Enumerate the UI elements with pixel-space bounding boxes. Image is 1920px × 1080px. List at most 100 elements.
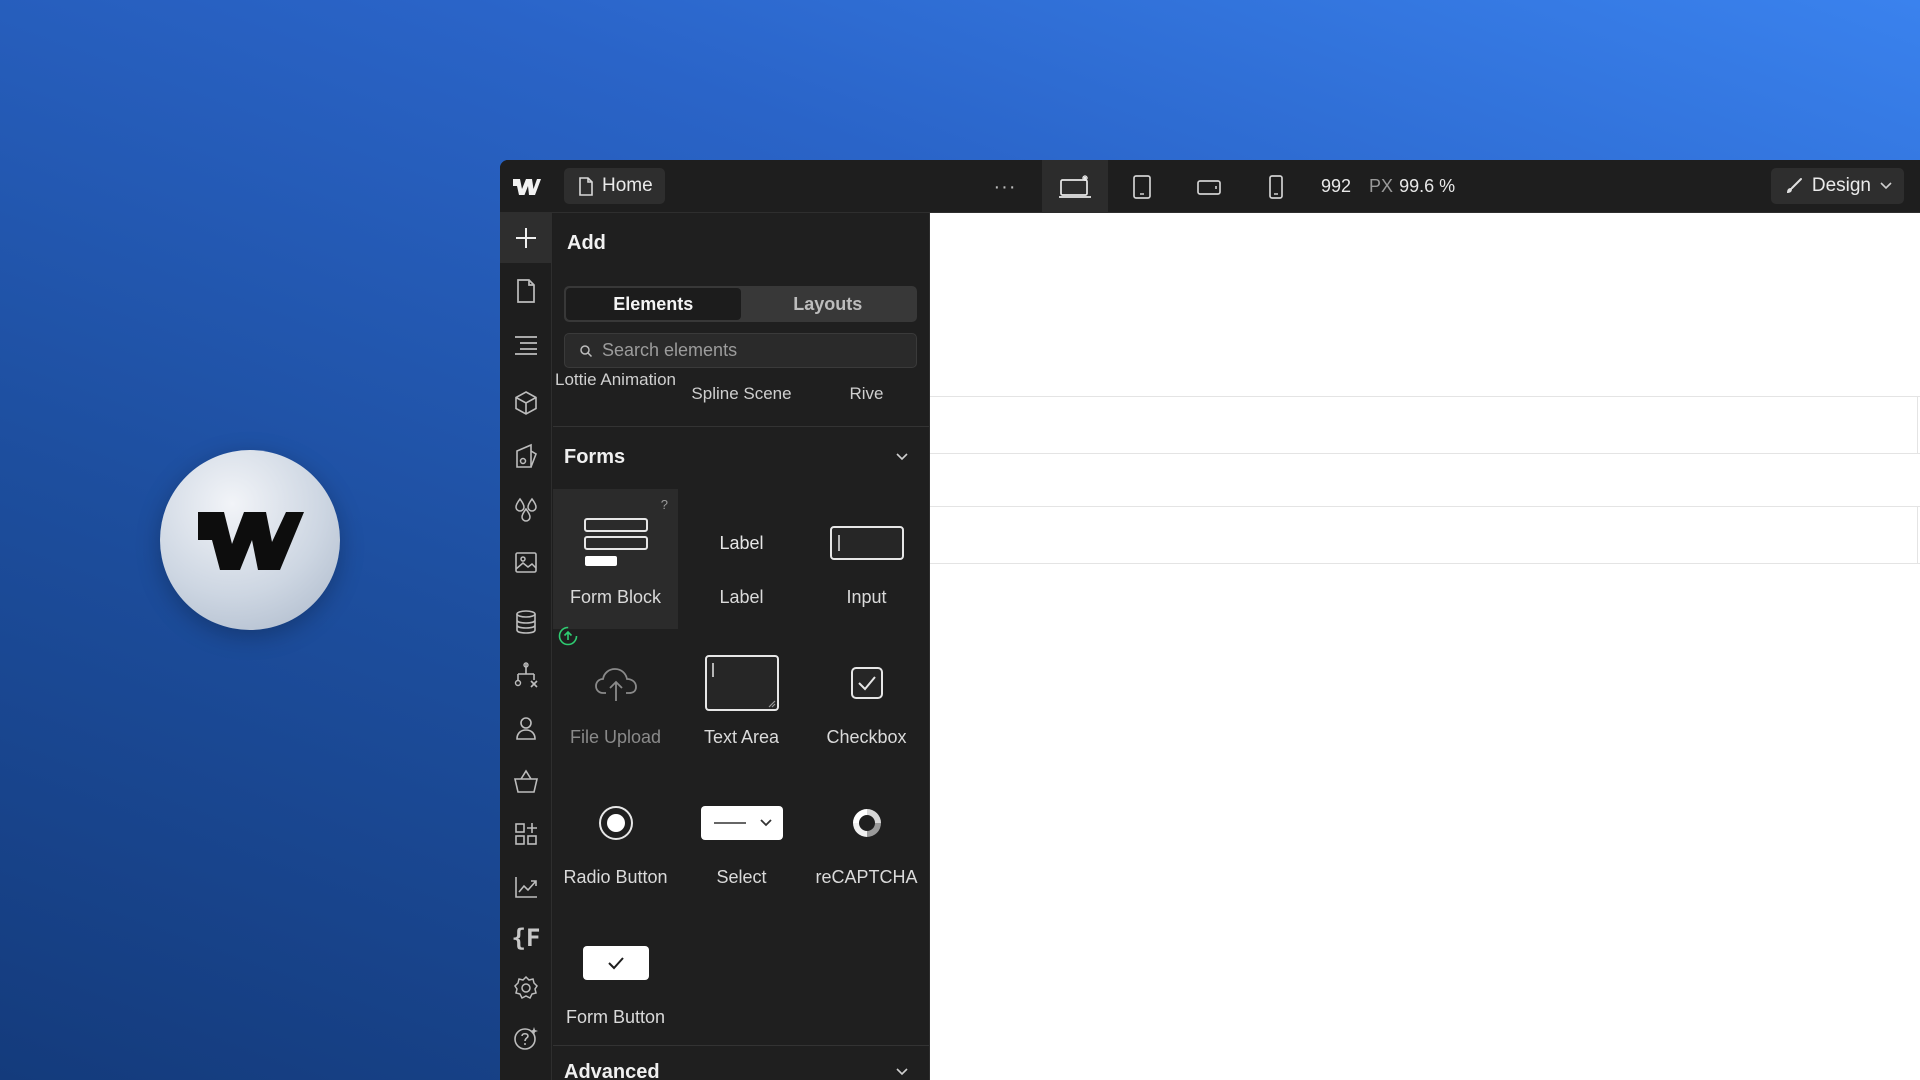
canvas-width-value: 992 [1321,176,1352,196]
chevron-down-icon [896,453,908,461]
element-label: Select [716,867,767,887]
variables-panel-button[interactable] [500,484,552,534]
element-label: Form Block [569,587,661,607]
advanced-section-header[interactable]: Advanced [553,1047,929,1080]
design-mode-button[interactable]: Design [1770,168,1904,204]
select-icon [700,806,783,840]
element-radio-button[interactable]: Radio Button [553,769,678,909]
file-upload-icon [594,668,637,701]
brush-icon [1786,178,1802,193]
input-icon [829,526,904,560]
element-label: Input [846,587,887,607]
element-input[interactable]: Input [804,489,929,629]
tablet-icon [1133,174,1151,199]
add-panel-tabs: Elements Layouts [564,286,917,322]
pages-icon [517,279,535,303]
element-label: Text Area [703,727,780,747]
users-icon [516,717,536,740]
desktop-star-icon [1059,174,1091,198]
canvas-width-unit: PX [1369,176,1394,196]
canvas-guide-line [930,453,1920,454]
left-toolbar: {F [500,213,552,1080]
element-spline-scene[interactable]: Spline Scene [679,383,804,405]
mobile-landscape-icon [1197,179,1221,195]
element-label: Form Button [565,1007,666,1027]
ecommerce-panel-button[interactable] [500,756,552,806]
panel-title: Add [567,232,606,254]
navigator-icon [515,336,537,355]
element-form-button[interactable]: Form Button [553,909,678,1049]
design-mode-label: Design [1811,175,1871,196]
canvas-guide-line [930,396,1920,397]
assets-icon [515,552,537,573]
pages-panel-button[interactable] [500,266,552,316]
analyze-panel-button[interactable] [500,862,552,912]
element-select[interactable]: Select [679,769,804,909]
users-panel-button[interactable] [500,703,552,753]
canvas-guide-line [1917,506,1918,563]
label-icon: Label [719,532,764,553]
mobile-portrait-icon [1269,174,1283,199]
webflow-logo-badge [160,450,340,630]
settings-panel-button[interactable] [500,963,552,1013]
apps-panel-button[interactable] [500,809,552,859]
page-icon [579,176,593,196]
apps-icon [515,823,537,845]
finsweet-panel-button[interactable]: {F [500,913,552,963]
help-panel-button[interactable] [500,1013,552,1063]
cms-icon [516,610,536,634]
more-options-button[interactable]: ··· [988,170,1022,204]
element-rive[interactable]: Rive [804,383,929,405]
breakpoint-mobile-portrait-button[interactable] [1243,160,1309,213]
help-icon [514,1027,538,1050]
finsweet-icon: {F [511,924,541,952]
page-selector-button[interactable]: Home [564,168,665,204]
search-icon [580,344,593,357]
navigator-panel-button[interactable] [500,319,552,369]
ecommerce-icon [513,769,539,793]
assets-panel-button[interactable] [500,537,552,587]
element-label: Checkbox [826,727,907,747]
top-bar: Home ··· 992 PX 99.6 % Design [500,160,1920,213]
checkbox-icon [850,667,883,699]
page-name: Home [602,175,653,196]
tab-elements[interactable]: Elements [566,288,741,320]
webflow-logo-icon [198,512,304,570]
designer-window: Home ··· 992 PX 99.6 % Design {F Add Ele… [500,160,1920,1080]
canvas-guide-line [930,506,1920,507]
element-label: File Upload [569,727,662,747]
canvas-guide-line [1917,396,1918,453]
search-elements-field[interactable] [564,333,917,368]
element-recaptcha[interactable]: reCAPTCHA [804,769,929,909]
design-canvas[interactable] [930,213,1920,1080]
form-block-icon [583,518,648,566]
chevron-down-icon [1880,182,1892,190]
webflow-menu-icon[interactable] [512,175,542,199]
media-elements-row: Lottie Animation Spline Scene Rive [553,370,929,427]
element-text-area[interactable]: Text Area [679,629,804,769]
section-divider [553,1045,929,1046]
forms-section-title: Forms [564,445,626,468]
search-input[interactable] [602,340,902,361]
components-icon [515,391,537,415]
breakpoint-mobile-landscape-button[interactable] [1176,160,1242,213]
element-label-item[interactable]: Label Label [679,489,804,629]
cms-panel-button[interactable] [500,597,552,647]
text-area-icon [704,655,779,711]
style-selectors-panel-button[interactable] [500,431,552,481]
element-label: reCAPTCHA [815,867,918,887]
forms-section-header[interactable]: Forms [553,432,929,482]
element-checkbox[interactable]: Checkbox [804,629,929,769]
advanced-section-title: Advanced [564,1060,660,1080]
element-label: Label [719,587,764,607]
element-form-block[interactable]: ? Form Block [553,489,678,629]
breakpoint-desktop-button[interactable] [1042,160,1108,213]
variables-icon [515,497,537,522]
element-lottie-animation[interactable]: Lottie Animation [553,369,678,391]
tab-layouts[interactable]: Layouts [741,288,916,320]
logic-panel-button[interactable] [500,650,552,700]
components-panel-button[interactable] [500,378,552,428]
element-file-upload[interactable]: File Upload [553,626,678,769]
breakpoint-tablet-button[interactable] [1109,160,1175,213]
add-panel-button[interactable] [500,213,552,263]
